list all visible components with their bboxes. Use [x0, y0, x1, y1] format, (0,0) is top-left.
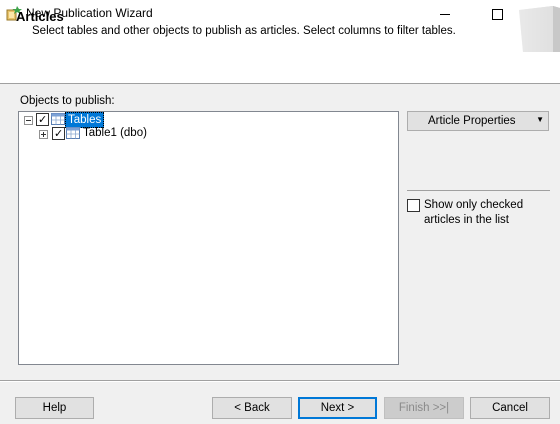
objects-to-publish-label: Objects to publish:	[20, 95, 115, 107]
header-database-graphic	[513, 4, 560, 52]
page-subtitle: Select tables and other objects to publi…	[32, 25, 456, 37]
checkmark-icon: ✓	[54, 127, 64, 140]
maximize-icon	[491, 8, 503, 20]
help-button[interactable]: Help	[15, 397, 94, 419]
article-properties-label: Article Properties	[428, 115, 516, 127]
back-button[interactable]: < Back	[212, 397, 292, 419]
table-icon	[66, 127, 80, 139]
show-only-checked-checkbox[interactable]	[407, 199, 420, 212]
next-button[interactable]: Next >	[298, 397, 377, 419]
collapse-tables-toggle[interactable]	[24, 116, 33, 125]
finish-button[interactable]: Finish >>|	[384, 397, 464, 419]
dropdown-arrow-icon: ▼	[536, 115, 544, 124]
footer-divider-highlight	[0, 381, 560, 382]
table-folder-icon	[51, 113, 65, 125]
tree-node-table1[interactable]: Table1 (dbo)	[81, 126, 149, 140]
objects-tree[interactable]	[18, 111, 399, 365]
page-title: Articles	[16, 9, 64, 24]
cancel-button[interactable]: Cancel	[470, 397, 550, 419]
minimize-button[interactable]	[422, 0, 468, 28]
show-only-checked-label[interactable]: Show only checked articles in the list	[424, 198, 549, 228]
tables-checkbox[interactable]: ✓	[36, 113, 49, 126]
table1-checkbox[interactable]: ✓	[52, 127, 65, 140]
expand-table1-toggle[interactable]	[39, 130, 48, 139]
checkmark-icon: ✓	[38, 113, 48, 126]
article-properties-button[interactable]: Article Properties ▼	[407, 111, 549, 131]
right-panel-divider	[407, 190, 550, 191]
minimize-icon	[440, 13, 450, 15]
